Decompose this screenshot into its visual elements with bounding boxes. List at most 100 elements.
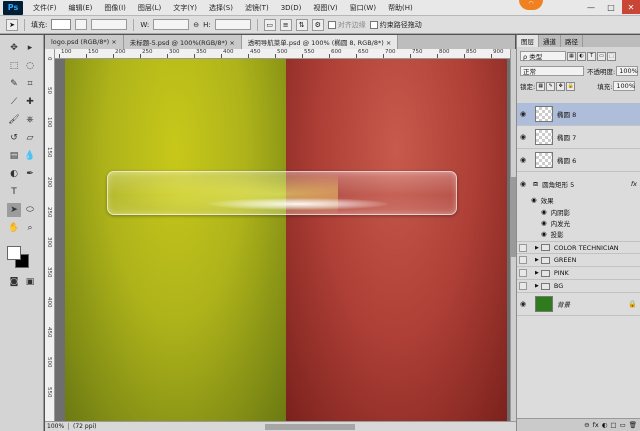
artboard-tool-icon[interactable]: ▸ — [23, 41, 37, 55]
add-mask-icon[interactable]: ◐ — [602, 421, 608, 429]
menu-window[interactable]: 窗口(W) — [344, 3, 382, 13]
close-button[interactable]: ✕ — [622, 0, 640, 14]
tab-logo[interactable]: logo.psd (RGB/8*) × — [45, 35, 124, 49]
visibility-eye-icon[interactable]: ◉ — [517, 180, 529, 188]
height-field[interactable] — [214, 19, 251, 30]
new-group-icon[interactable]: ▭ — [620, 421, 626, 429]
document-canvas[interactable] — [65, 59, 507, 421]
maximize-button[interactable]: □ — [602, 0, 620, 14]
path-arrangement-icon[interactable]: ⇅ — [295, 18, 308, 31]
path-select-tool-icon[interactable]: ➤ — [6, 18, 18, 31]
lock-position-icon[interactable]: ✥ — [556, 81, 566, 91]
align-edges-checkbox[interactable] — [327, 20, 336, 29]
filter-adjust-icon[interactable]: ◐ — [577, 51, 586, 61]
pen-tool-icon[interactable]: ✒ — [23, 167, 37, 181]
visibility-eye-icon[interactable]: ◉ — [541, 219, 547, 227]
visibility-eye-icon[interactable]: ◉ — [541, 208, 547, 216]
canvas-area[interactable] — [55, 59, 510, 421]
tab-layers[interactable]: 图层 — [517, 35, 539, 47]
tab-untitled-5[interactable]: 未标题-5.psd @ 100%(RGB/8*) × — [123, 35, 242, 49]
add-style-icon[interactable]: fx — [593, 421, 599, 429]
effect-drop-shadow[interactable]: ◉ 投影 — [541, 229, 564, 239]
notification-badge-icon[interactable]: ◠ — [519, 0, 543, 10]
screen-mode-icon[interactable]: ▣ — [23, 275, 37, 289]
hand-tool-icon[interactable]: ✋ — [7, 221, 21, 235]
lock-all-icon[interactable]: 🔒 — [566, 81, 576, 91]
group-green[interactable]: ▶ GREEN — [517, 254, 640, 267]
visibility-toggle[interactable] — [519, 256, 527, 264]
blur-tool-icon[interactable]: 💧 — [23, 149, 37, 163]
constrain-path-option[interactable]: 约束路径拖动 — [369, 20, 422, 30]
menu-3d[interactable]: 3D(D) — [275, 4, 308, 12]
group-bg[interactable]: ▶ BG — [517, 280, 640, 293]
filter-pixel-icon[interactable]: ▦ — [567, 51, 576, 61]
healing-brush-tool-icon[interactable]: ✚ — [23, 95, 37, 109]
crop-tool-icon[interactable]: ⌗ — [23, 77, 37, 91]
minimize-button[interactable]: — — [582, 0, 600, 14]
path-alignment-icon[interactable]: ≡ — [279, 18, 292, 31]
fx-icon[interactable]: fx — [631, 180, 637, 188]
visibility-eye-icon[interactable]: ◉ — [531, 196, 537, 204]
gradient-tool-icon[interactable]: ▤ — [7, 149, 21, 163]
group-color-technician[interactable]: ▶ COLOR TECHNICIAN — [517, 241, 640, 254]
filter-shape-icon[interactable]: ▭ — [597, 51, 606, 61]
layer-ellipse-8[interactable]: ◉ 椭圆 8 — [517, 103, 640, 126]
visibility-eye-icon[interactable]: ◉ — [517, 300, 529, 308]
link-layers-icon[interactable]: ⊖ — [584, 421, 589, 429]
visibility-eye-icon[interactable]: ◉ — [541, 230, 547, 238]
foreground-color-swatch[interactable] — [7, 246, 21, 260]
stroke-width-field[interactable] — [91, 19, 128, 30]
menu-view[interactable]: 视图(V) — [307, 3, 343, 13]
zoom-tool-icon[interactable]: ⌕ — [23, 221, 37, 235]
history-brush-tool-icon[interactable]: ↺ — [7, 131, 21, 145]
quick-mask-icon[interactable]: ◙ — [7, 275, 21, 289]
menu-image[interactable]: 图像(I) — [98, 3, 132, 13]
lasso-tool-icon[interactable]: ◌ — [23, 59, 37, 73]
lock-pixels-icon[interactable]: ✎ — [546, 81, 556, 91]
expand-arrow-icon[interactable]: ▶ — [535, 257, 539, 263]
visibility-toggle[interactable] — [519, 269, 527, 277]
filter-type-icon[interactable]: T — [587, 51, 596, 61]
opacity-field[interactable]: 100% — [616, 66, 639, 76]
expand-arrow-icon[interactable]: ▶ — [535, 270, 539, 276]
layer-ellipse-7[interactable]: ◉ 椭圆 7 — [517, 126, 640, 149]
menu-layer[interactable]: 图层(L) — [132, 3, 167, 13]
ellipse-tool-icon[interactable]: ⬭ — [23, 203, 37, 217]
type-tool-icon[interactable]: T — [7, 185, 21, 199]
eyedropper-tool-icon[interactable]: ⟋ — [7, 95, 21, 109]
visibility-toggle[interactable] — [519, 282, 527, 290]
width-field[interactable] — [153, 19, 190, 30]
menu-file[interactable]: 文件(F) — [27, 3, 63, 13]
menu-filter[interactable]: 滤镜(T) — [239, 3, 275, 13]
group-pink[interactable]: ▶ PINK — [517, 267, 640, 280]
menu-select[interactable]: 选择(S) — [203, 3, 239, 13]
layer-background[interactable]: ◉ 背景 🔒 — [517, 293, 640, 316]
filter-smart-icon[interactable]: ⬚ — [607, 51, 616, 61]
fill-field[interactable]: 100% — [613, 81, 636, 91]
path-operations-icon[interactable]: ▭ — [263, 18, 276, 31]
delete-layer-icon[interactable]: 🗑 — [629, 421, 637, 429]
effect-inner-glow[interactable]: ◉ 内发光 — [541, 218, 570, 228]
settings-gear-icon[interactable]: ⚙ — [311, 18, 324, 31]
brush-tool-icon[interactable]: 🖌 — [7, 113, 21, 127]
visibility-toggle[interactable] — [519, 243, 527, 252]
expand-arrow-icon[interactable]: ▶ — [535, 245, 539, 251]
visibility-eye-icon[interactable]: ◉ — [517, 133, 529, 141]
vertical-ruler[interactable]: 0 50 100 150 200 250 300 350 400 450 500 550 — [45, 49, 55, 421]
marquee-tool-icon[interactable]: ⬚ — [7, 59, 21, 73]
blend-mode-select[interactable]: 正常 — [520, 66, 584, 76]
horizontal-ruler[interactable]: 100 150 200 250 300 350 400 450 500 550 600 650 700 7… — [55, 49, 510, 59]
tab-paths[interactable]: 路径 — [561, 35, 583, 47]
quick-select-tool-icon[interactable]: ✎ — [7, 77, 21, 91]
path-selection-tool-icon[interactable]: ➤ — [7, 203, 21, 217]
dodge-tool-icon[interactable]: ◐ — [7, 167, 21, 181]
layer-rounded-rect-5[interactable]: ◉ ⧈ 圆角矩形 5 fx — [517, 172, 640, 195]
layer-filter-select[interactable]: ρ 类型 — [520, 51, 566, 61]
effects-header[interactable]: ◉ 效果 — [531, 195, 554, 205]
menu-help[interactable]: 帮助(H) — [382, 3, 419, 13]
document-info[interactable]: (72 ppi) — [69, 423, 97, 430]
fill-swatch[interactable] — [51, 19, 72, 30]
menu-type[interactable]: 文字(Y) — [167, 3, 203, 13]
zoom-level[interactable]: 100% — [45, 423, 69, 430]
eraser-tool-icon[interactable]: ▱ — [23, 131, 37, 145]
